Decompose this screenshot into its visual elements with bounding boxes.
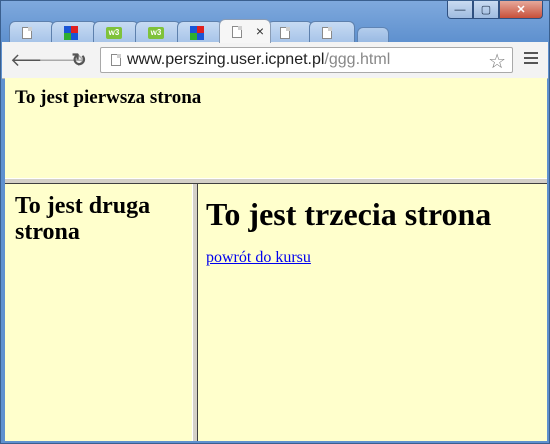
maximize-icon: ▢ — [480, 4, 492, 16]
reload-icon[interactable]: ↻ — [68, 49, 90, 71]
tab-7[interactable] — [267, 21, 313, 43]
tab-4[interactable]: w3 — [135, 21, 181, 43]
back-to-course-link[interactable]: powrót do kursu — [206, 249, 311, 267]
document-icon — [280, 26, 290, 39]
tab-2[interactable] — [51, 21, 97, 43]
tab-3[interactable]: w3 — [93, 21, 139, 43]
grid-logo-icon — [64, 25, 78, 40]
browser-window: — ▢ ✕ w3 w3 × 🡐 🡒 ↻ www.perszing.user.ic… — [0, 0, 550, 444]
left-frame-heading: To jest druga strona — [15, 193, 151, 245]
forward-icon[interactable]: 🡒 — [38, 49, 86, 71]
new-tab-button[interactable] — [357, 27, 389, 43]
tab-8[interactable] — [309, 21, 355, 43]
url-path: /ggg.html — [324, 51, 391, 68]
back-icon[interactable]: 🡐 — [10, 49, 58, 71]
left-frame: To jest druga strona — [5, 184, 192, 441]
browser-toolbar: 🡐 🡒 ↻ www.perszing.user.icpnet.pl/ggg.ht… — [2, 42, 548, 79]
right-frame-heading: To jest trzecia strona — [206, 196, 492, 232]
tab-active[interactable]: × — [219, 19, 271, 43]
tab-1[interactable] — [9, 21, 55, 43]
menu-icon[interactable] — [524, 52, 538, 67]
maximize-button[interactable]: ▢ — [473, 1, 499, 19]
w3c-icon: w3 — [148, 26, 164, 39]
page-viewport: To jest pierwsza strona To jest druga st… — [5, 78, 547, 441]
top-frame-heading: To jest pierwsza strona — [15, 87, 202, 108]
page-icon — [111, 54, 121, 66]
address-bar[interactable]: www.perszing.user.icpnet.pl/ggg.html ☆ — [100, 47, 513, 73]
top-frame: To jest pierwsza strona — [5, 78, 547, 178]
url-host: www.perszing.user.icpnet.pl — [127, 51, 325, 68]
window-controls: — ▢ ✕ — [447, 1, 543, 19]
close-tab-icon[interactable]: × — [256, 23, 264, 39]
document-icon — [232, 25, 242, 38]
bookmark-star-icon[interactable]: ☆ — [488, 49, 506, 74]
close-window-button[interactable]: ✕ — [499, 1, 543, 19]
document-icon — [322, 26, 332, 39]
document-icon — [22, 26, 32, 39]
right-frame: To jest trzecia strona powrót do kursu — [198, 184, 547, 441]
grid-logo-icon — [190, 25, 204, 40]
tab-5[interactable] — [177, 21, 223, 43]
tab-strip: w3 w3 × — [9, 17, 389, 43]
close-icon: ✕ — [516, 4, 526, 16]
w3c-icon: w3 — [106, 26, 122, 39]
minimize-button[interactable]: — — [447, 1, 473, 19]
minimize-icon: — — [454, 3, 466, 16]
